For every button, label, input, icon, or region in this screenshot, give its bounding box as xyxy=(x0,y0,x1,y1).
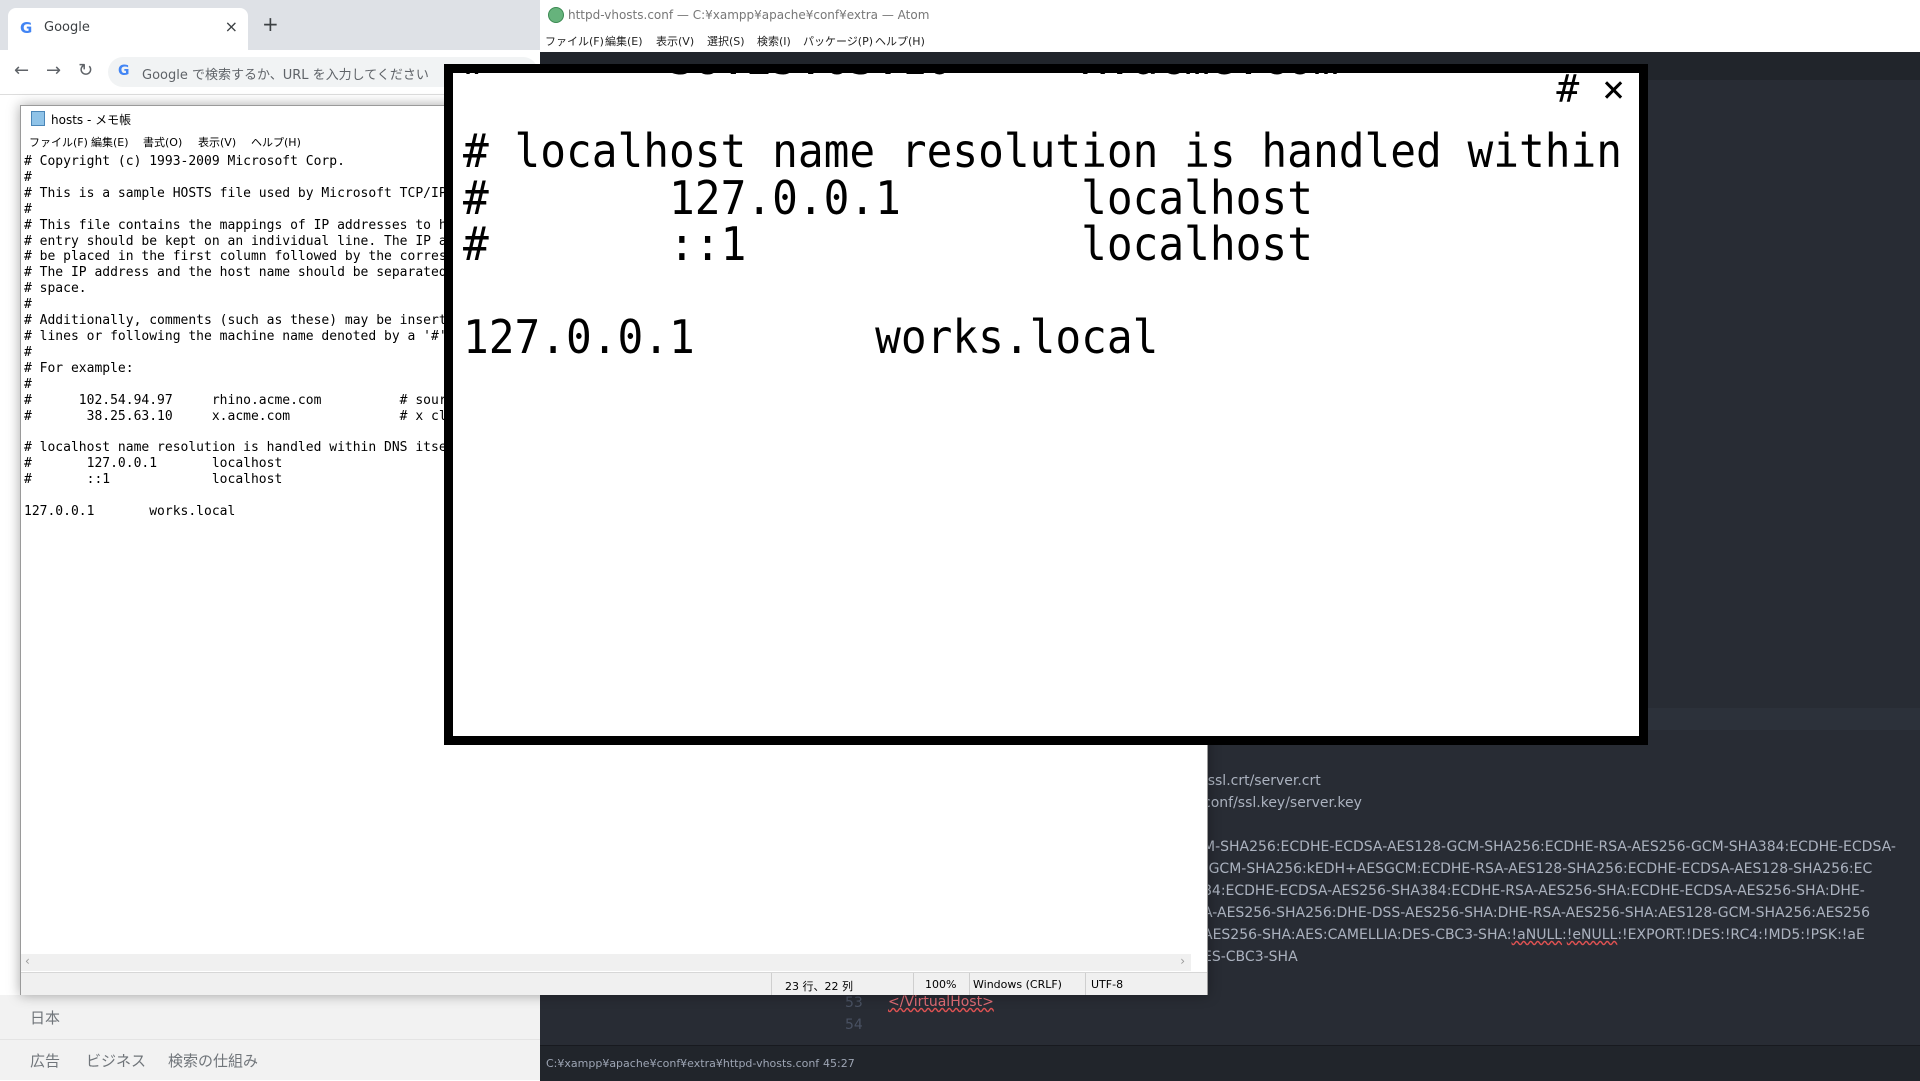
chrome-tab-strip: G Google × + xyxy=(0,0,540,50)
scroll-left-icon[interactable]: ‹ xyxy=(25,954,30,968)
atom-menu-file[interactable]: ファイル(F) xyxy=(545,33,604,49)
new-tab-icon[interactable]: + xyxy=(262,12,279,36)
code-line-cipher-flags: AES256-SHA:AES:CAMELLIA:DES-CBC3-SHA:!aN… xyxy=(1203,927,1865,943)
code-line: -GCM-SHA256:kEDH+AESGCM:ECDHE-RSA-AES128… xyxy=(1203,861,1873,877)
scroll-right-icon[interactable]: › xyxy=(1180,954,1185,968)
notepad-menu-edit[interactable]: 編集(E) xyxy=(91,134,129,150)
status-separator xyxy=(969,973,970,995)
code-fragment: :!EXPORT:!DES:!RC4:!MD5:!PSK:!aE xyxy=(1617,927,1865,943)
status-separator xyxy=(1085,973,1086,995)
notepad-icon xyxy=(31,111,45,126)
chrome-tab-google[interactable]: G Google × xyxy=(8,8,248,50)
virtualhost-closing-tag: </VirtualHost> xyxy=(888,994,994,1010)
spellcheck-word: !aNULL xyxy=(1511,927,1563,943)
line-number: 54 xyxy=(845,1017,863,1033)
atom-menu-packages[interactable]: パッケージ(P) xyxy=(803,33,873,49)
notepad-status-eol: Windows (CRLF) xyxy=(973,978,1062,991)
zoom-callout-corner-mark: # × xyxy=(1556,73,1625,111)
zoom-callout: # 38.25.63.10 x.acme.com # localhost nam… xyxy=(444,64,1648,745)
back-arrow-icon[interactable]: ← xyxy=(14,60,29,81)
tab-close-icon[interactable]: × xyxy=(225,17,238,36)
chrome-tab-title: Google xyxy=(44,20,90,35)
footer-link-business[interactable]: ビジネス xyxy=(86,1050,146,1071)
atom-menu-view[interactable]: 表示(V) xyxy=(656,33,694,49)
google-footer-country: 日本 xyxy=(0,995,540,1040)
notepad-status-position: 23 行、22 列 xyxy=(785,980,853,993)
atom-status-file-path[interactable]: C:¥xampp¥apache¥conf¥extra¥httpd-vhosts.… xyxy=(546,1057,819,1070)
notepad-menu-file[interactable]: ファイル(F) xyxy=(29,134,88,150)
atom-window-title: httpd-vhosts.conf — C:¥xampp¥apache¥conf… xyxy=(568,8,930,22)
zoom-callout-content: # 38.25.63.10 x.acme.com # localhost nam… xyxy=(453,73,1639,736)
omnibox-placeholder: Google で検索するか、URL を入力してください xyxy=(142,68,429,83)
google-footer-links: 広告 ビジネス 検索の仕組み xyxy=(0,1040,540,1080)
notepad-status-encoding: UTF-8 xyxy=(1091,978,1124,991)
footer-link-ads[interactable]: 広告 xyxy=(30,1050,60,1071)
status-separator xyxy=(771,973,772,995)
google-icon: G xyxy=(20,19,33,37)
notepad-menu-help[interactable]: ヘルプ(H) xyxy=(251,134,301,150)
atom-app-icon xyxy=(548,7,564,23)
atom-menu-find[interactable]: 検索(I) xyxy=(757,33,791,49)
footer-country-label: 日本 xyxy=(30,1009,61,1027)
reload-icon[interactable]: ↻ xyxy=(78,60,93,81)
atom-status-bar: C:¥xampp¥apache¥conf¥extra¥httpd-vhosts.… xyxy=(540,1045,1920,1081)
atom-menu-help[interactable]: ヘルプ(H) xyxy=(875,33,925,49)
code-line: /ssl.crt/server.crt xyxy=(1203,773,1321,789)
footer-link-how-search-works[interactable]: 検索の仕組み xyxy=(168,1050,258,1071)
notepad-horizontal-scrollbar[interactable]: ‹ › xyxy=(21,954,1191,971)
code-line: ES-CBC3-SHA xyxy=(1203,949,1298,965)
atom-menu-selection[interactable]: 選択(S) xyxy=(707,33,745,49)
atom-menu-edit[interactable]: 編集(E) xyxy=(605,33,643,49)
google-icon: G xyxy=(118,63,130,79)
spellcheck-word: !eNULL xyxy=(1566,927,1618,943)
notepad-menu-view[interactable]: 表示(V) xyxy=(198,134,236,150)
notepad-window-title: hosts - メモ帳 xyxy=(51,113,132,127)
notepad-status-bar: 23 行、22 列 100% Windows (CRLF) UTF-8 xyxy=(21,972,1207,995)
code-line: conf/ssl.key/server.key xyxy=(1203,795,1362,811)
atom-titlebar: httpd-vhosts.conf — C:¥xampp¥apache¥conf… xyxy=(540,0,1920,31)
code-line: A-AES256-SHA256:DHE-DSS-AES256-SHA:DHE-R… xyxy=(1203,905,1871,921)
code-line: M-SHA256:ECDHE-ECDSA-AES128-GCM-SHA256:E… xyxy=(1203,839,1896,855)
notepad-status-zoom: 100% xyxy=(925,978,957,991)
status-separator xyxy=(913,973,914,995)
notepad-menu-format[interactable]: 書式(O) xyxy=(143,134,182,150)
code-line: 84:ECDHE-ECDSA-AES256-SHA384:ECDHE-RSA-A… xyxy=(1203,883,1865,899)
zoom-callout-text: # 38.25.63.10 x.acme.com # localhost nam… xyxy=(463,73,1623,364)
forward-arrow-icon[interactable]: → xyxy=(46,60,61,81)
atom-status-cursor-position[interactable]: 45:27 xyxy=(823,1057,855,1070)
atom-menubar: ファイル(F) 編集(E) 表示(V) 選択(S) 検索(I) パッケージ(P)… xyxy=(540,30,1920,52)
line-number: 53 xyxy=(845,995,863,1011)
code-fragment: AES256-SHA:AES:CAMELLIA:DES-CBC3-SHA: xyxy=(1203,927,1512,943)
